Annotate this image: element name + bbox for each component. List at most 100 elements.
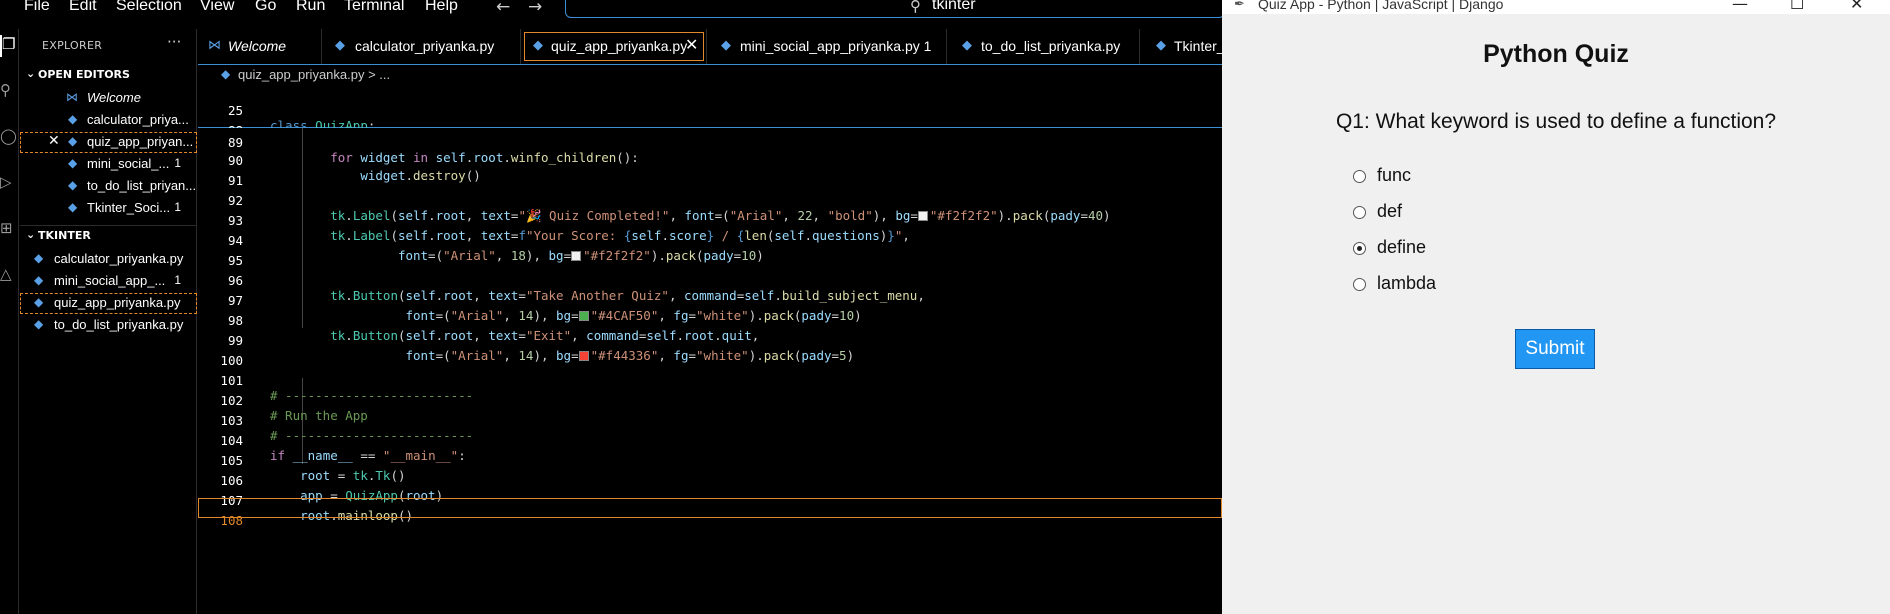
- back-arrow-icon[interactable]: ←: [496, 0, 510, 17]
- code-line[interactable]: 96 tk.Button(self.root, text="Take Anoth…: [198, 258, 1222, 303]
- problem-count-badge: 1: [174, 273, 181, 287]
- file-item[interactable]: ◆ to_do_list_priyanka.py: [20, 315, 197, 336]
- forward-arrow-icon[interactable]: →: [528, 0, 542, 17]
- file-item-active[interactable]: ◆ quiz_app_priyanka.py: [20, 293, 197, 314]
- quiz-app-window: ✒ Quiz App - Python | JavaScript | Djang…: [1222, 0, 1890, 614]
- menu-selection[interactable]: Selection: [116, 0, 182, 15]
- code-line[interactable]: 107 root.mainloop(): [198, 478, 1222, 523]
- open-editor-item[interactable]: ◆ Tkinter_Soci... 1: [20, 198, 197, 219]
- open-editor-item[interactable]: ⋈ Welcome: [20, 88, 197, 109]
- code-line[interactable]: 100: [198, 338, 1222, 368]
- code-line[interactable]: 106 app = QuizApp(root): [198, 458, 1222, 503]
- code-editor[interactable]: 89 for widget in self.root.winfo_childre…: [198, 128, 1222, 614]
- menu-view[interactable]: View: [200, 0, 234, 15]
- vscode-icon: ⋈: [66, 90, 78, 104]
- radio-button-selected[interactable]: [1353, 242, 1366, 255]
- maximize-button[interactable]: ☐: [1790, 0, 1804, 13]
- python-file-icon: ◆: [335, 37, 345, 52]
- code-line[interactable]: 93 tk.Label(self.root, text=f"Your Score…: [198, 198, 1222, 243]
- question-text: Q1: What keyword is used to define a fun…: [1335, 110, 1777, 133]
- tab-quiz-app[interactable]: ◆ quiz_app_priyanka.py ✕: [521, 29, 707, 64]
- menu-terminal[interactable]: Terminal: [344, 0, 404, 15]
- folder-header-tkinter[interactable]: ⌄ TKINTER: [20, 225, 197, 245]
- current-line[interactable]: 108: [198, 498, 1222, 528]
- source-control-icon[interactable]: ◯: [0, 127, 19, 145]
- python-file-icon: ◆: [533, 37, 543, 52]
- window-title: Quiz App - Python | JavaScript | Django: [1258, 0, 1504, 12]
- code-line[interactable]: 92 tk.Label(self.root, text="🎉 Quiz Comp…: [198, 178, 1222, 223]
- window-titlebar[interactable]: ✒ Quiz App - Python | JavaScript | Djang…: [1222, 0, 1890, 14]
- problem-count-badge: 1: [174, 200, 181, 214]
- code-line[interactable]: 97 font=("Arial", 14), bg= "#4CAF50", fg=…: [198, 278, 1222, 323]
- code-line[interactable]: 98 tk.Button(self.root, text="Exit", com…: [198, 298, 1222, 343]
- python-file-icon: ◆: [68, 134, 78, 148]
- explorer-sidebar: EXPLORER ··· ⌄ OPEN EDITORS ⋈ Welcome ◆ …: [20, 29, 197, 614]
- chevron-down-icon: ⌄: [26, 67, 36, 80]
- python-file-icon: ◆: [34, 251, 44, 265]
- file-item[interactable]: ◆ mini_social_app_... 1: [20, 271, 197, 292]
- menu-file[interactable]: File: [24, 0, 50, 15]
- tab-calculator[interactable]: ◆ calculator_priyanka.py: [322, 29, 521, 64]
- close-icon[interactable]: ✕: [685, 35, 698, 55]
- code-line[interactable]: 103 # -------------------------: [198, 398, 1222, 443]
- menu-help[interactable]: Help: [425, 0, 458, 15]
- tab-tkinter-social[interactable]: ◆ Tkinter_: [1140, 29, 1222, 64]
- code-line[interactable]: 104 if __name__ == "__main__":: [198, 418, 1222, 463]
- python-file-icon: ◆: [721, 37, 731, 52]
- sticky-line[interactable]: 25 class QuizApp:: [198, 88, 1222, 133]
- tk-feather-icon: ✒: [1234, 0, 1245, 12]
- files-icon[interactable]: ❐: [0, 35, 19, 57]
- open-editor-item[interactable]: ◆ calculator_priya...: [20, 110, 197, 131]
- command-center-search[interactable]: ⚲ tkinter: [565, 0, 1222, 18]
- code-line[interactable]: 94 font=("Arial", 18), bg= "#f2f2f2").pac…: [198, 218, 1222, 263]
- vscode-window: File Edit Selection View Go Run Terminal…: [0, 0, 1222, 614]
- testing-icon[interactable]: △: [0, 265, 19, 283]
- code-line[interactable]: 101 # -------------------------: [198, 358, 1222, 403]
- menu-go[interactable]: Go: [255, 0, 276, 15]
- code-line[interactable]: 99 font=("Arial", 14), bg= "#f44336", fg=…: [198, 318, 1222, 363]
- open-editor-item[interactable]: ◆ mini_social_... 1: [20, 154, 197, 175]
- close-button[interactable]: ✕: [1850, 0, 1863, 13]
- menu-run[interactable]: Run: [296, 0, 325, 15]
- sticky-line[interactable]: 88 def show_result(self):: [198, 108, 1222, 153]
- tab-to-do-list[interactable]: ◆ to_do_list_priyanka.py: [947, 29, 1140, 64]
- radio-button[interactable]: [1353, 170, 1366, 183]
- quiz-heading: Python Quiz: [1483, 40, 1629, 68]
- python-file-icon: ◆: [68, 178, 78, 192]
- extensions-icon[interactable]: ⊞: [0, 219, 19, 237]
- python-file-icon: ◆: [1156, 37, 1166, 52]
- search-icon[interactable]: ⚲: [0, 81, 19, 99]
- problem-count-badge: 1: [174, 156, 181, 170]
- search-text: tkinter: [932, 0, 976, 13]
- python-file-icon: ◆: [68, 156, 78, 170]
- python-file-icon: ◆: [68, 200, 78, 214]
- radio-button[interactable]: [1353, 206, 1366, 219]
- tab-welcome[interactable]: ⋈ Welcome: [198, 29, 322, 64]
- menu-bar: File Edit Selection View Go Run Terminal…: [0, 0, 1222, 18]
- minimize-button[interactable]: —: [1732, 0, 1748, 13]
- code-line[interactable]: 102 # Run the App: [198, 378, 1222, 423]
- python-file-icon: ◆: [34, 295, 44, 309]
- search-icon: ⚲: [910, 0, 921, 15]
- open-editors-header[interactable]: ⌄ OPEN EDITORS: [20, 65, 197, 85]
- code-line[interactable]: 105 root = tk.Tk(): [198, 438, 1222, 483]
- sticky-scroll: 25 class QuizApp: 88 def show_result(sel…: [198, 86, 1222, 153]
- file-item[interactable]: ◆ calculator_priyanka.py: [20, 249, 197, 270]
- activity-bar: ❐ ⚲ ◯ ▷ ⊞ △: [0, 29, 19, 614]
- code-line[interactable]: 95: [198, 238, 1222, 268]
- open-editor-item[interactable]: ◆ to_do_list_priyan...: [20, 176, 197, 197]
- more-actions-icon[interactable]: ···: [167, 33, 181, 51]
- code-line[interactable]: 90 widget.destroy(): [198, 138, 1222, 183]
- python-file-icon: ◆: [34, 273, 44, 287]
- tab-mini-social[interactable]: ◆ mini_social_app_priyanka.py 1: [707, 29, 947, 64]
- submit-button[interactable]: Submit: [1515, 329, 1595, 369]
- python-file-icon: ◆: [962, 37, 972, 52]
- radio-button[interactable]: [1353, 278, 1366, 291]
- explorer-title: EXPLORER: [42, 39, 103, 52]
- menu-edit[interactable]: Edit: [69, 0, 97, 15]
- code-line[interactable]: 91: [198, 158, 1222, 188]
- open-editor-item-active[interactable]: ✕ ◆ quiz_app_priyan...: [20, 132, 197, 153]
- vscode-icon: ⋈: [208, 37, 221, 52]
- run-debug-icon[interactable]: ▷: [0, 173, 19, 191]
- close-icon[interactable]: ✕: [48, 132, 60, 149]
